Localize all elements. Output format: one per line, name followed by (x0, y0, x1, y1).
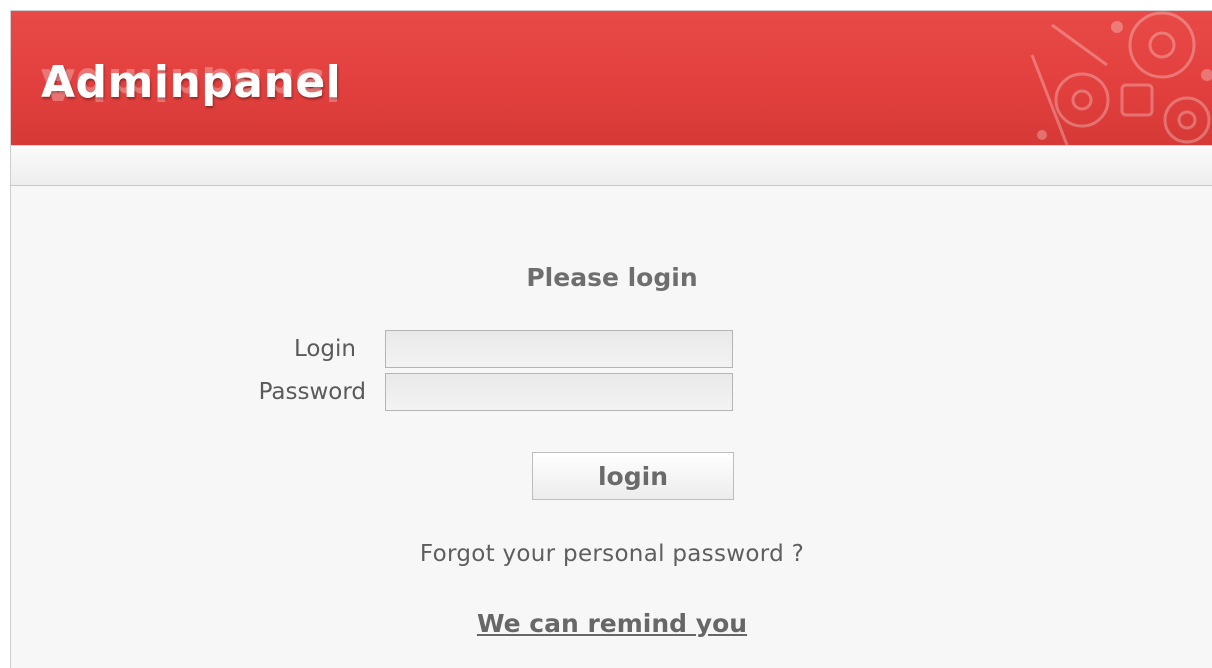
forgot-password-text: Forgot your personal password ? (419, 541, 805, 567)
header-banner: Adminpanel Adminpanel (11, 11, 1212, 145)
gears-icon (1030, 11, 1212, 145)
login-label: Login (293, 336, 356, 362)
login-input[interactable] (385, 330, 733, 368)
login-button[interactable]: login (532, 452, 734, 500)
brand-title-reflection: Adminpanel (41, 67, 342, 107)
sub-header-bar (11, 145, 1212, 186)
remind-link-container: We can remind you (11, 609, 1212, 638)
login-heading: Please login (526, 263, 698, 292)
password-input[interactable] (385, 373, 733, 411)
page-frame: Adminpanel Adminpanel Please login Login… (10, 10, 1212, 668)
remind-password-link[interactable]: We can remind you (477, 609, 747, 638)
password-label: Password (258, 379, 366, 405)
